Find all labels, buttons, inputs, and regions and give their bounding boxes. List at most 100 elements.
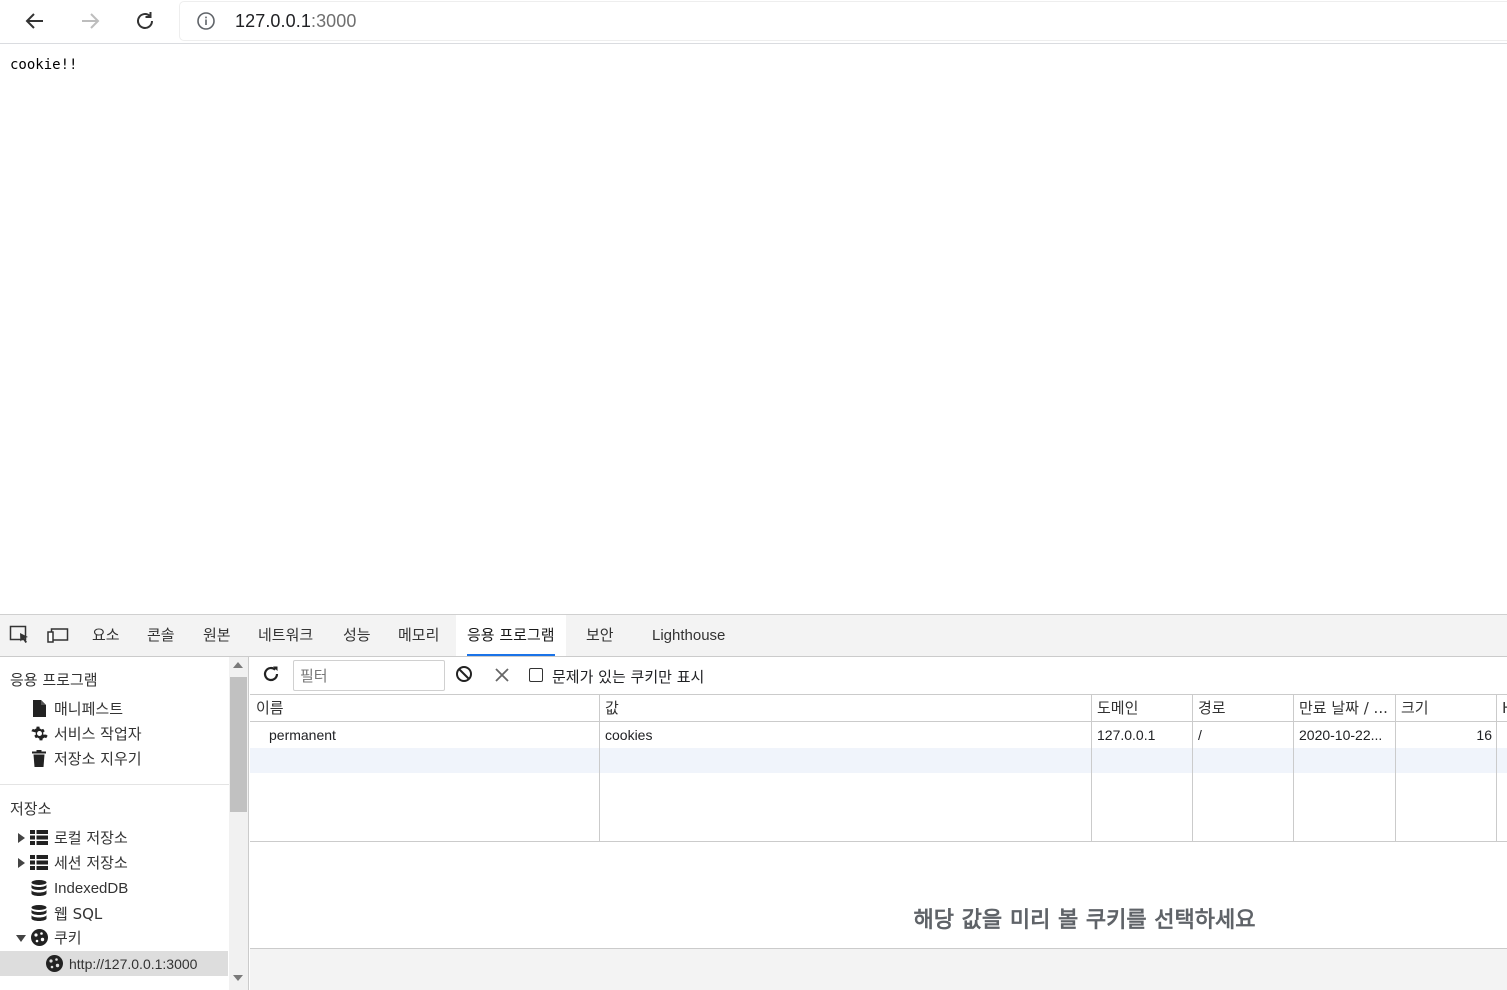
- arrow-left-icon: [23, 9, 47, 33]
- tab-sources[interactable]: 원본: [192, 615, 242, 656]
- cookies-toolbar: 문제가 있는 쿠키만 표시: [250, 657, 1507, 695]
- sidebar-item-cookie-origin[interactable]: http://127.0.0.1:3000: [0, 951, 228, 976]
- info-icon[interactable]: [196, 11, 216, 31]
- sidebar-item-label: 서비스 작업자: [54, 725, 142, 743]
- sidebar-item-session-storage[interactable]: 세션 저장소: [0, 850, 228, 875]
- preview-placeholder-text: 해당 값을 미리 볼 쿠키를 선택하세요: [913, 908, 1256, 933]
- sidebar-scrollbar-thumb[interactable]: [230, 677, 247, 812]
- gear-icon: [30, 725, 48, 743]
- arrow-right-icon: [78, 9, 102, 33]
- cookie-expires-cell: 2020-10-22...: [1299, 727, 1383, 743]
- grid-icon: [30, 829, 48, 847]
- sidebar-item-label: http://127.0.0.1:3000: [69, 955, 198, 972]
- column-header-size[interactable]: 크기: [1401, 695, 1496, 722]
- tab-lighthouse[interactable]: Lighthouse: [641, 615, 736, 656]
- column-divider[interactable]: [1496, 695, 1497, 841]
- address-bar[interactable]: 127.0.0.1:3000: [180, 2, 1507, 40]
- sidebar-item-label: 세션 저장소: [54, 854, 128, 872]
- sidebar-item-label: 쿠키: [54, 929, 82, 947]
- column-header-name[interactable]: 이름: [256, 695, 596, 722]
- cookie-name-cell: permanent: [269, 727, 336, 743]
- sidebar-item-label: 웹 SQL: [54, 905, 103, 923]
- inspect-element-button[interactable]: [8, 625, 32, 649]
- scroll-down-arrow-icon[interactable]: [233, 975, 243, 981]
- devtools-tabbar: 요소 콘솔 원본 네트워크 성능 메모리 응용 프로그램 보안 Lighthou…: [0, 615, 1507, 657]
- column-header-value[interactable]: 값: [605, 695, 1085, 722]
- cookie-value-cell: cookies: [605, 727, 653, 743]
- cookie-preview: 해당 값을 미리 볼 쿠키를 선택하세요: [250, 842, 1507, 949]
- delete-selected-button[interactable]: [491, 665, 513, 687]
- column-divider[interactable]: [1395, 695, 1396, 841]
- issues-only-checkbox[interactable]: [529, 668, 543, 682]
- refresh-button[interactable]: [260, 665, 282, 687]
- tab-network[interactable]: 네트워크: [247, 615, 324, 656]
- filter-input[interactable]: [293, 660, 445, 691]
- sidebar-item-clear-storage[interactable]: 저장소 지우기: [0, 746, 228, 771]
- cookie-size-cell: 16: [1476, 727, 1492, 743]
- table-row-empty[interactable]: [250, 748, 1507, 773]
- sidebar-item-indexeddb[interactable]: IndexedDB: [0, 876, 228, 901]
- sidebar-item-cookies[interactable]: 쿠키: [0, 925, 228, 950]
- preview-footer: [250, 949, 1507, 990]
- url-text: 127.0.0.1:3000: [235, 11, 357, 32]
- cookie-icon: [30, 929, 48, 947]
- clear-all-button[interactable]: [453, 665, 475, 687]
- sidebar-item-label: 로컬 저장소: [54, 829, 128, 847]
- tab-console[interactable]: 콘솔: [136, 615, 186, 656]
- column-divider[interactable]: [1091, 695, 1092, 841]
- column-divider[interactable]: [599, 695, 600, 841]
- column-header-domain[interactable]: 도메인: [1097, 695, 1192, 722]
- caret-right-icon[interactable]: [16, 857, 26, 868]
- reload-button[interactable]: [129, 6, 161, 36]
- cookies-table: 이름 값 도메인 경로 만료 날짜 / ... 크기 H permanent c…: [250, 695, 1507, 842]
- sidebar-item-service-workers[interactable]: 서비스 작업자: [0, 721, 228, 746]
- cookie-path-cell: /: [1198, 727, 1202, 743]
- back-button[interactable]: [19, 6, 51, 36]
- device-toolbar-button[interactable]: [46, 626, 70, 648]
- column-divider[interactable]: [1293, 695, 1294, 841]
- caret-down-icon[interactable]: [16, 933, 26, 943]
- table-header: 이름 값 도메인 경로 만료 날짜 / ... 크기 H: [250, 695, 1507, 722]
- table-row[interactable]: permanent cookies 127.0.0.1 / 2020-10-22…: [250, 723, 1507, 748]
- sidebar-divider: [0, 784, 230, 785]
- url-host: 127.0.0.1: [235, 10, 311, 31]
- sidebar-item-label: 저장소 지우기: [54, 750, 142, 768]
- sidebar-item-manifest[interactable]: 매니페스트: [0, 696, 228, 721]
- column-header-httponly[interactable]: H: [1502, 695, 1507, 722]
- device-icon: [47, 625, 69, 649]
- file-icon: [30, 700, 48, 718]
- devtools-panel: 요소 콘솔 원본 네트워크 성능 메모리 응용 프로그램 보안 Lighthou…: [0, 614, 1507, 990]
- page-text: cookie!!: [10, 57, 78, 73]
- issues-only-label[interactable]: 문제가 있는 쿠키만 표시: [552, 666, 704, 687]
- tab-performance[interactable]: 성능: [332, 615, 382, 656]
- sidebar-item-web-sql[interactable]: 웹 SQL: [0, 901, 228, 926]
- url-port: :3000: [310, 10, 357, 31]
- refresh-icon: [262, 665, 280, 687]
- sidebar-item-local-storage[interactable]: 로컬 저장소: [0, 825, 228, 850]
- scroll-up-arrow-icon[interactable]: [233, 662, 243, 668]
- browser-toolbar: 127.0.0.1:3000: [0, 0, 1507, 44]
- tab-elements[interactable]: 요소: [81, 615, 131, 656]
- cookie-icon: [45, 955, 63, 973]
- forward-button[interactable]: [74, 6, 106, 36]
- caret-right-icon[interactable]: [16, 832, 26, 843]
- cursor-select-icon: [9, 625, 31, 649]
- sidebar-section-application: 응용 프로그램: [10, 671, 98, 689]
- trash-icon: [30, 750, 48, 768]
- tab-security[interactable]: 보안: [575, 615, 625, 656]
- cookie-domain-cell: 127.0.0.1: [1097, 727, 1156, 743]
- column-header-path[interactable]: 경로: [1198, 695, 1293, 722]
- sidebar-section-storage: 저장소: [10, 800, 52, 818]
- close-icon: [495, 667, 509, 686]
- grid-icon: [30, 854, 48, 872]
- tab-application[interactable]: 응용 프로그램: [456, 615, 566, 656]
- column-divider[interactable]: [1192, 695, 1193, 841]
- column-header-expires[interactable]: 만료 날짜 / ...: [1299, 695, 1394, 722]
- sidebar-item-label: IndexedDB: [54, 880, 129, 897]
- cookies-panel: 문제가 있는 쿠키만 표시 이름 값 도메인 경로 만료 날짜 / ... 크기…: [250, 657, 1507, 990]
- database-icon: [30, 905, 48, 923]
- sidebar-item-label: 매니페스트: [54, 700, 124, 718]
- tab-memory[interactable]: 메모리: [387, 615, 450, 656]
- page-content: cookie!!: [0, 45, 1507, 614]
- database-icon: [30, 880, 48, 898]
